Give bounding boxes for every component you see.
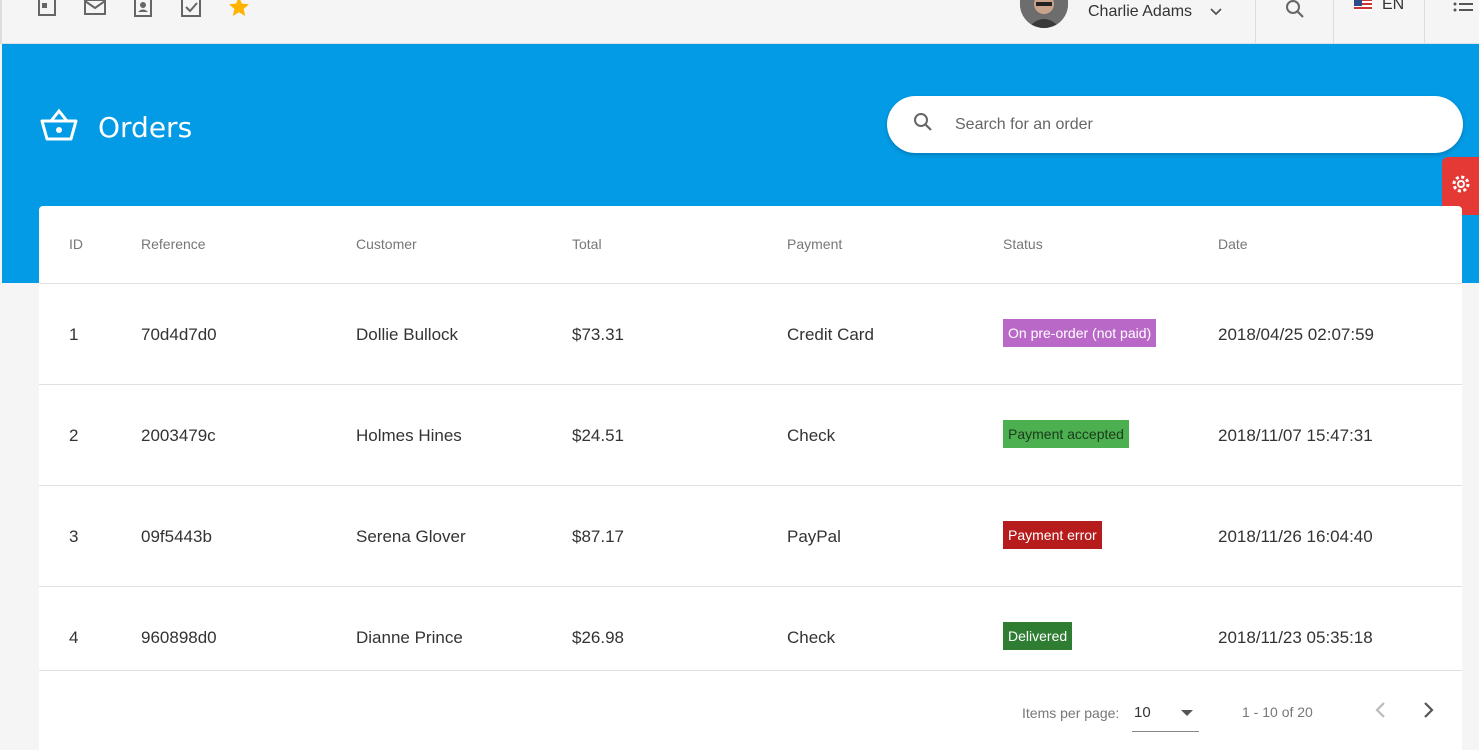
paginator: Items per page: 10 1 - 10 of 20	[39, 670, 1462, 750]
table-row[interactable]: 2 2003479c Holmes Hines $24.51 Check Pay…	[39, 385, 1462, 486]
status-badge: Payment accepted	[1003, 420, 1129, 448]
calendar-icon[interactable]	[34, 0, 60, 20]
items-per-page-label: Items per page:	[1022, 705, 1120, 721]
orders-table-card: ID Reference Customer Total Payment Stat…	[39, 206, 1462, 750]
gear-icon	[1449, 172, 1473, 201]
cell-reference: 09f5443b	[141, 527, 212, 546]
cell-id: 2	[69, 426, 79, 445]
search-bar[interactable]	[887, 96, 1463, 153]
divider	[1255, 0, 1256, 44]
column-header-id[interactable]: ID	[69, 236, 83, 252]
language-switcher[interactable]: EN	[1354, 0, 1404, 14]
basket-icon	[40, 108, 78, 147]
cell-id: 1	[69, 325, 79, 344]
cell-customer: Serena Glover	[356, 527, 466, 546]
column-header-payment[interactable]: Payment	[787, 236, 842, 252]
user-menu[interactable]: Charlie Adams	[1020, 0, 1222, 28]
cell-customer: Dianne Prince	[356, 628, 463, 647]
status-badge: On pre-order (not paid)	[1003, 319, 1157, 347]
page-title: Orders	[40, 108, 192, 147]
column-header-status[interactable]: Status	[1003, 236, 1043, 252]
cell-total: $87.17	[572, 527, 624, 546]
search-icon[interactable]	[1282, 0, 1308, 22]
top-toolbar: Charlie Adams EN	[0, 0, 1479, 44]
user-name: Charlie Adams	[1088, 3, 1193, 20]
cell-payment: Credit Card	[787, 325, 874, 344]
items-per-page-select[interactable]: 10	[1132, 704, 1199, 732]
table-row[interactable]: 4 960898d0 Dianne Prince $26.98 Check De…	[39, 587, 1462, 671]
avatar	[1020, 0, 1068, 28]
page-title-text: Orders	[98, 111, 193, 144]
cell-date: 2018/11/26 16:04:40	[1218, 527, 1373, 546]
page-range-label: 1 - 10 of 20	[1242, 704, 1313, 720]
cell-date: 2018/04/25 02:07:59	[1218, 325, 1374, 344]
cell-payment: Check	[787, 628, 836, 647]
next-page-button[interactable]	[1417, 700, 1441, 724]
cell-customer: Holmes Hines	[356, 426, 462, 445]
table-header: ID Reference Customer Total Payment Stat…	[39, 206, 1462, 284]
divider	[1424, 0, 1425, 44]
previous-page-button[interactable]	[1368, 700, 1392, 724]
us-flag-icon	[1354, 0, 1372, 11]
cell-date: 2018/11/23 05:35:18	[1218, 628, 1373, 647]
cell-id: 3	[69, 527, 79, 546]
cell-reference: 960898d0	[141, 628, 217, 647]
cell-id: 4	[69, 628, 79, 647]
chevron-right-icon	[1423, 701, 1435, 724]
chevron-left-icon	[1374, 701, 1386, 724]
cell-total: $24.51	[572, 426, 624, 445]
column-header-customer[interactable]: Customer	[356, 236, 417, 252]
language-code: EN	[1382, 0, 1405, 13]
contacts-icon[interactable]	[130, 0, 156, 20]
cell-payment: Check	[787, 426, 836, 445]
mail-icon[interactable]	[82, 0, 108, 20]
menu-icon[interactable]	[1450, 0, 1476, 22]
status-badge: Payment error	[1003, 521, 1102, 549]
search-input[interactable]	[955, 115, 1435, 134]
cell-date: 2018/11/07 15:47:31	[1218, 426, 1373, 445]
cell-payment: PayPal	[787, 527, 841, 546]
star-icon[interactable]	[226, 0, 252, 20]
items-per-page-value: 10	[1134, 704, 1151, 721]
search-icon	[911, 110, 935, 139]
column-header-reference[interactable]: Reference	[141, 236, 206, 252]
cell-customer: Dollie Bullock	[356, 325, 459, 344]
table-row[interactable]: 3 09f5443b Serena Glover $87.17 PayPal P…	[39, 486, 1462, 587]
table-body: 1 70d4d7d0 Dollie Bullock $73.31 Credit …	[39, 284, 1462, 671]
divider	[1333, 0, 1334, 44]
cell-total: $73.31	[572, 325, 624, 344]
table-row[interactable]: 1 70d4d7d0 Dollie Bullock $73.31 Credit …	[39, 284, 1462, 385]
cell-reference: 70d4d7d0	[141, 325, 217, 344]
todo-icon[interactable]	[178, 0, 204, 20]
dropdown-arrow-icon	[1181, 710, 1193, 716]
column-header-total[interactable]: Total	[572, 236, 602, 252]
cell-total: $26.98	[572, 628, 624, 647]
cell-reference: 2003479c	[141, 426, 216, 445]
chevron-down-icon	[1210, 3, 1222, 21]
column-header-date[interactable]: Date	[1218, 236, 1248, 252]
status-badge: Delivered	[1003, 622, 1073, 650]
